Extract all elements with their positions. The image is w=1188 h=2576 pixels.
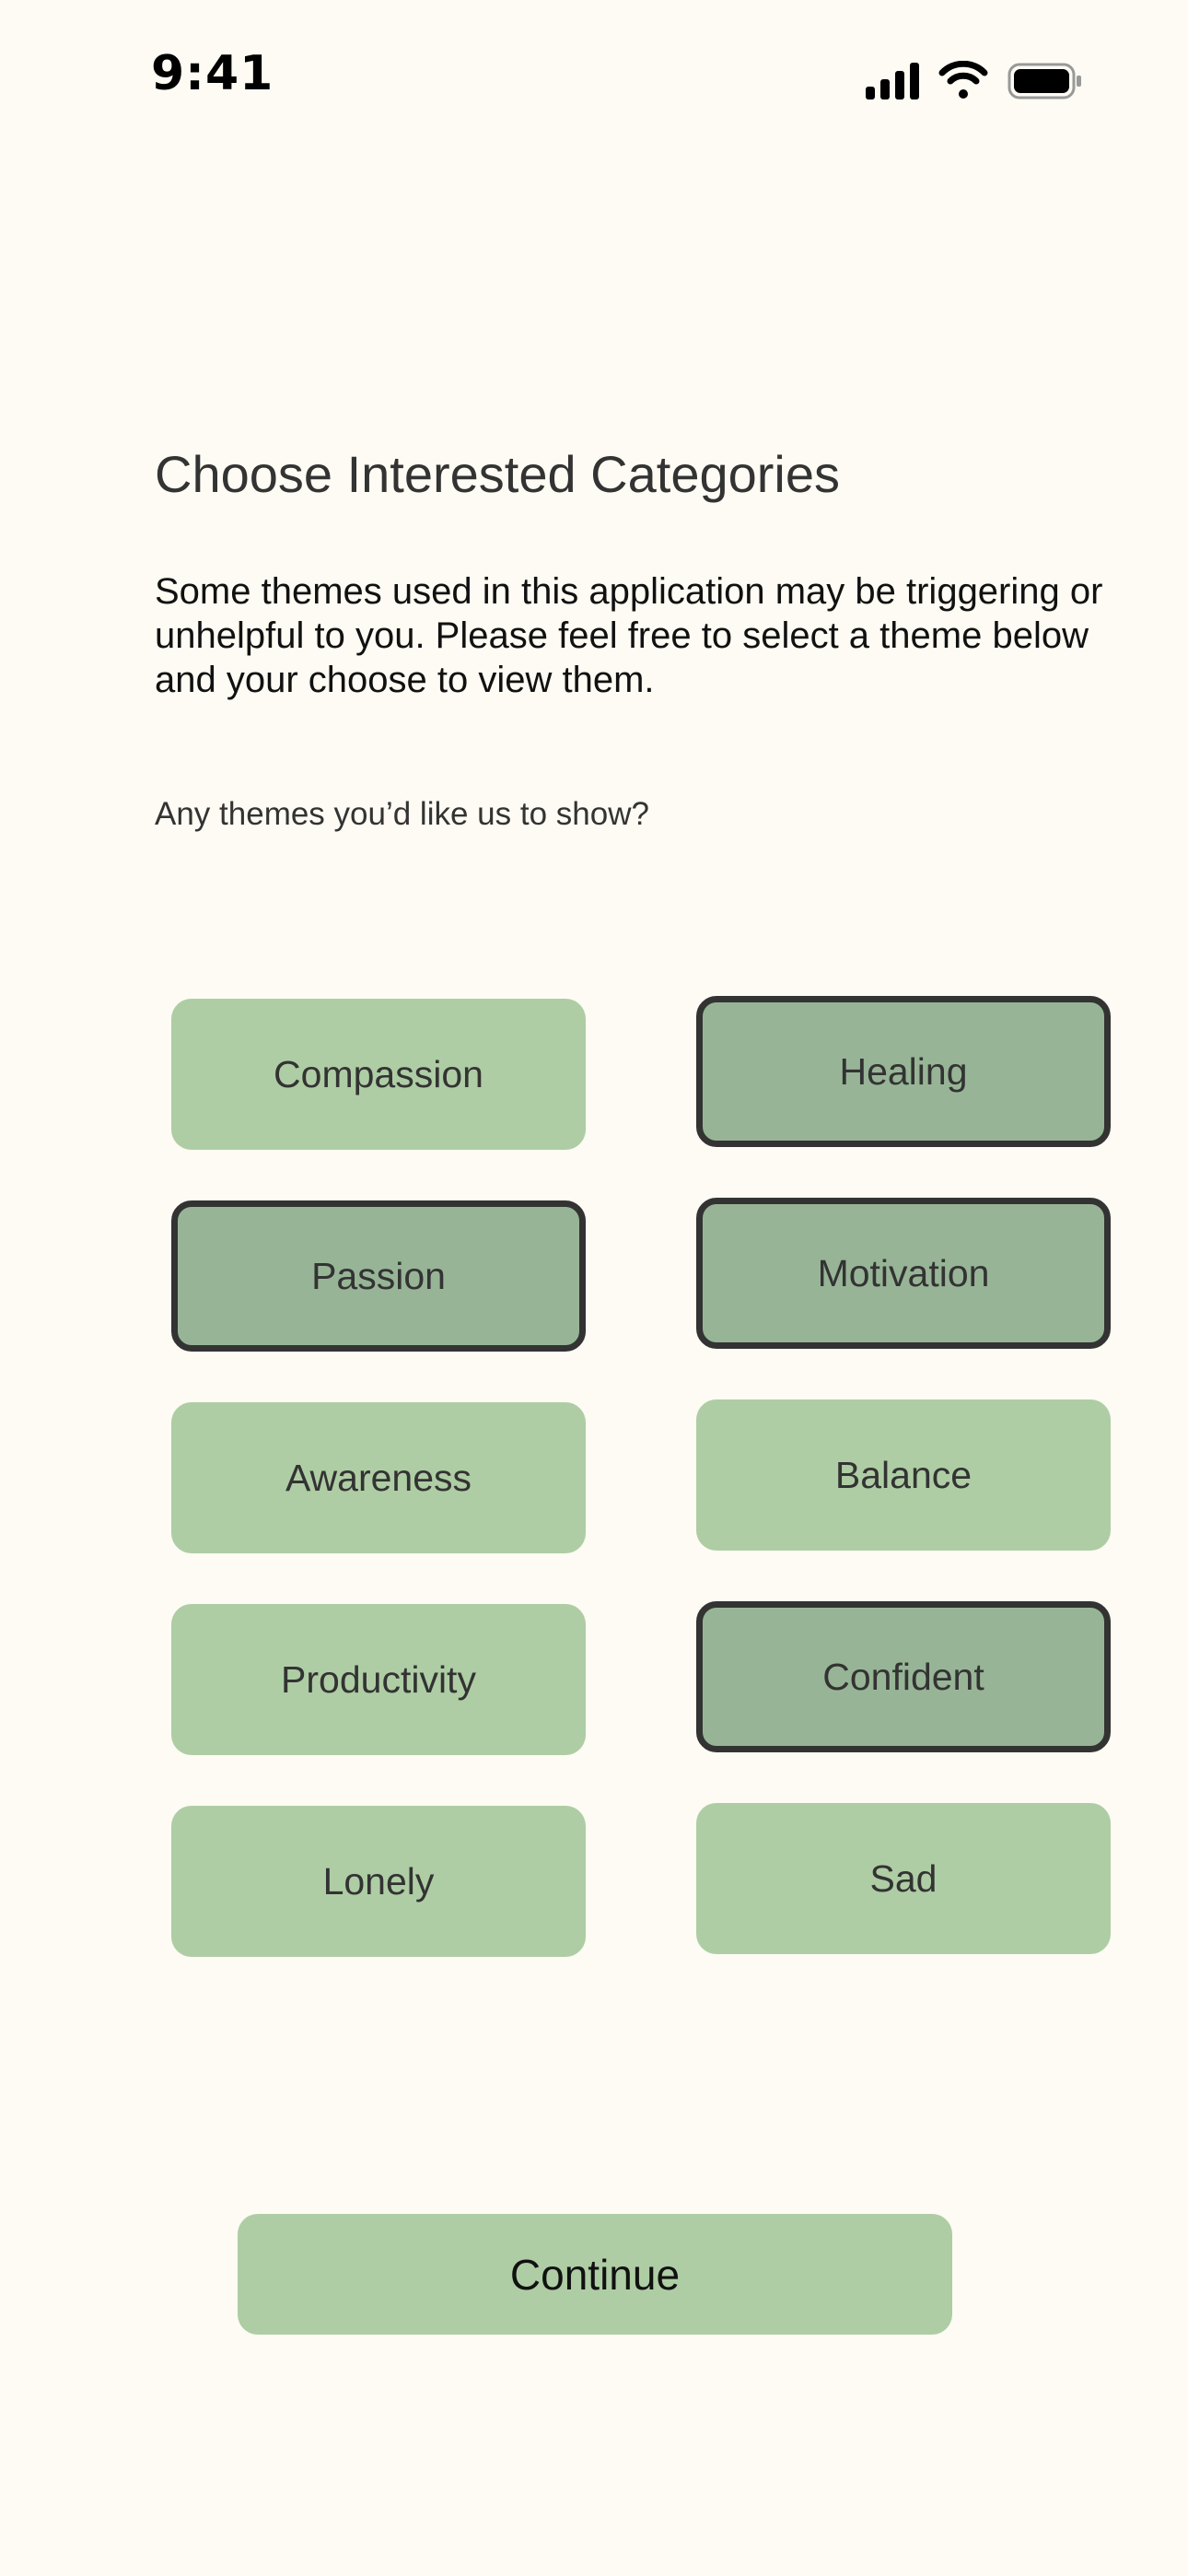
continue-button[interactable]: Continue xyxy=(238,2214,952,2335)
category-chip-awareness[interactable]: Awareness xyxy=(171,1402,586,1553)
category-chip-label: Compassion xyxy=(274,1052,483,1095)
category-chip-label: Productivity xyxy=(281,1657,476,1701)
category-chip-label: Passion xyxy=(311,1254,446,1297)
category-chip-confident[interactable]: Confident xyxy=(696,1601,1111,1752)
status-icons-svg xyxy=(866,60,1081,100)
category-chip-compassion[interactable]: Compassion xyxy=(171,999,586,1150)
category-chip-label: Motivation xyxy=(817,1251,990,1294)
cellular-signal-icon xyxy=(866,63,919,100)
question-text: Any themes you’d like us to show? xyxy=(155,796,649,832)
continue-button-label: Continue xyxy=(509,2250,681,2299)
category-chip-balance[interactable]: Balance xyxy=(696,1399,1111,1551)
category-chip-passion[interactable]: Passion xyxy=(171,1200,586,1352)
category-chip-label: Balance xyxy=(834,1453,973,1496)
category-chip-sad[interactable]: Sad xyxy=(696,1803,1111,1954)
category-chip-label: Awareness xyxy=(285,1456,472,1499)
status-time: 9:41 xyxy=(151,46,274,101)
intro-text: Some themes used in this application may… xyxy=(155,571,1103,700)
category-chip-lonely[interactable]: Lonely xyxy=(171,1806,586,1957)
category-chip-label: Confident xyxy=(822,1655,984,1698)
category-chip-label: Lonely xyxy=(322,1859,435,1903)
category-chip-productivity[interactable]: Productivity xyxy=(171,1604,586,1755)
category-chip-motivation[interactable]: Motivation xyxy=(696,1198,1111,1349)
page-title: Choose Interested Categories xyxy=(155,445,840,503)
wifi-icon xyxy=(938,60,988,99)
category-chip-healing[interactable]: Healing xyxy=(696,996,1111,1147)
category-chip-label: Healing xyxy=(839,1049,968,1093)
battery-icon xyxy=(1007,63,1081,100)
category-chip-label: Sad xyxy=(869,1856,938,1900)
status-icons xyxy=(862,60,1083,101)
